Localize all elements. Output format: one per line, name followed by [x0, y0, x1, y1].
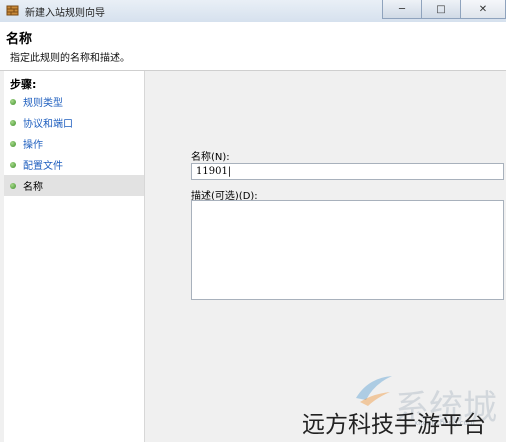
step-protocol-and-ports[interactable]: 协议和端口	[4, 112, 144, 133]
page-title: 名称	[6, 32, 33, 47]
steps-sidebar: 步骤: 规则类型 协议和端口 操作 配置文件 名称	[4, 71, 145, 442]
step-rule-type[interactable]: 规则类型	[4, 91, 144, 112]
step-label: 协议和端口	[23, 119, 73, 130]
step-label: 操作	[23, 140, 43, 151]
watermark-text: 远方科技手游平台	[302, 412, 486, 438]
name-field-label: 名称(N):	[191, 152, 230, 163]
minimize-button[interactable]: ─	[382, 0, 422, 19]
green-bullet-icon	[10, 98, 16, 105]
watermark-logo-icon	[356, 376, 392, 406]
step-profile[interactable]: 配置文件	[4, 154, 144, 175]
green-bullet-icon	[10, 140, 16, 147]
green-bullet-icon	[10, 119, 16, 126]
step-action[interactable]: 操作	[4, 133, 144, 154]
description-textarea[interactable]	[191, 200, 504, 300]
step-label: 配置文件	[23, 161, 63, 172]
title-bar[interactable]: 新建入站规则向导 ─ □ ✕	[0, 0, 506, 23]
step-name[interactable]: 名称	[4, 175, 144, 196]
maximize-button[interactable]: □	[421, 0, 461, 19]
name-input[interactable]: 11901|	[191, 163, 504, 180]
steps-title: 步骤:	[10, 78, 37, 91]
page-description: 指定此规则的名称和描述。	[10, 53, 130, 64]
green-bullet-icon	[10, 161, 16, 168]
window-title: 新建入站规则向导	[25, 8, 105, 19]
firewall-icon	[6, 5, 19, 16]
wizard-window: 新建入站规则向导 ─ □ ✕ 名称 指定此规则的名称和描述。 步骤: 规则类型 …	[0, 0, 506, 442]
step-label: 名称	[23, 182, 43, 193]
close-button[interactable]: ✕	[460, 0, 506, 19]
step-label: 规则类型	[23, 98, 63, 109]
green-bullet-icon	[10, 182, 16, 189]
wizard-header: 名称 指定此规则的名称和描述。	[0, 22, 506, 71]
window-controls: ─ □ ✕	[382, 0, 506, 19]
steps-list: 规则类型 协议和端口 操作 配置文件 名称	[4, 91, 144, 196]
